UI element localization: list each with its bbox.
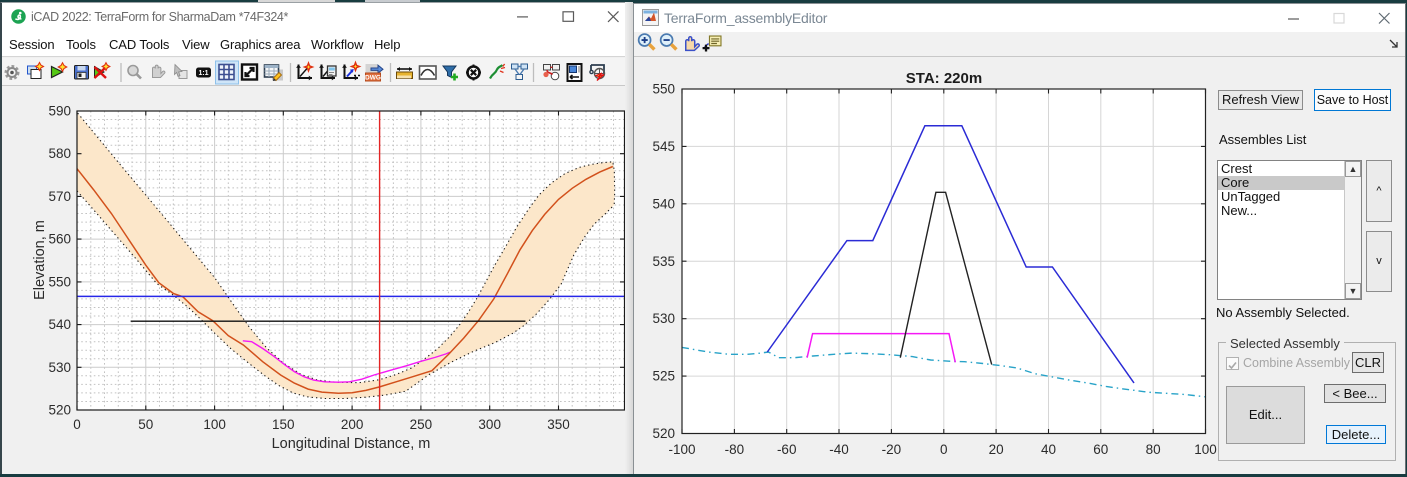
svg-text:520: 520: [652, 426, 675, 441]
svg-text:20: 20: [989, 442, 1004, 457]
svg-text:-20: -20: [882, 442, 902, 457]
svg-text:525: 525: [652, 369, 675, 384]
svg-text:60: 60: [1093, 442, 1108, 457]
svg-text:550: 550: [652, 82, 675, 97]
svg-text:535: 535: [652, 254, 675, 269]
svg-text:-60: -60: [777, 442, 797, 457]
svg-text:-100: -100: [668, 442, 695, 457]
svg-text:40: 40: [1041, 442, 1056, 457]
svg-text:100: 100: [1194, 442, 1217, 457]
svg-text:-80: -80: [725, 442, 745, 457]
svg-text:545: 545: [652, 139, 675, 154]
svg-text:540: 540: [652, 196, 675, 211]
svg-text:0: 0: [940, 442, 948, 457]
svg-text:80: 80: [1146, 442, 1161, 457]
svg-text:STA: 220m: STA: 220m: [906, 70, 982, 87]
svg-text:530: 530: [652, 311, 675, 326]
svg-text:-40: -40: [829, 442, 849, 457]
